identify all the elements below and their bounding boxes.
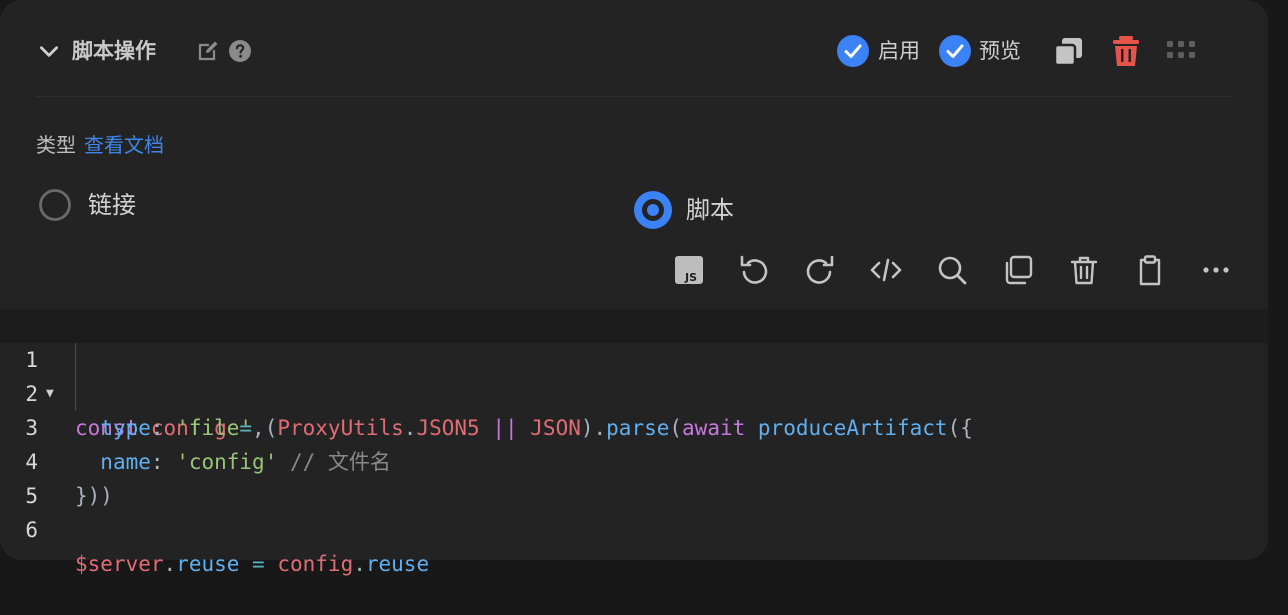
code-line[interactable]: 2 type: 'file', xyxy=(0,343,1268,440)
code-icon[interactable] xyxy=(870,254,902,286)
edit-icon[interactable] xyxy=(196,39,220,63)
type-row: 类型 查看文档 xyxy=(36,130,164,160)
code-line[interactable]: 4 })) xyxy=(0,411,1268,508)
editor-toolbar: JS xyxy=(670,250,1240,290)
radio-unchecked-icon[interactable] xyxy=(38,188,72,222)
panel-header: 脚本操作 启用 预览 xyxy=(36,28,1236,74)
radio-script-label: 脚本 xyxy=(686,196,734,224)
clipboard-icon[interactable] xyxy=(1134,254,1166,286)
radio-link[interactable]: 链接 xyxy=(38,188,178,224)
drag-handle-icon[interactable] xyxy=(1166,37,1196,67)
indent-guide xyxy=(75,343,76,411)
preview-label[interactable]: 预览 xyxy=(979,36,1021,66)
type-label: 类型 xyxy=(36,133,76,157)
code-line[interactable]: 6 $server.reuse = config.reuse xyxy=(0,479,1268,576)
search-icon[interactable] xyxy=(936,254,968,286)
more-icon[interactable] xyxy=(1200,254,1232,286)
radio-checked-icon[interactable] xyxy=(634,191,672,229)
view-docs-link[interactable]: 查看文档 xyxy=(84,133,164,157)
copy-icon[interactable] xyxy=(1052,34,1086,68)
enable-label[interactable]: 启用 xyxy=(878,36,920,66)
radio-script[interactable]: 脚本 xyxy=(634,191,774,229)
code-line[interactable]: 1 ▼ const config = (ProxyUtils.JSON5 || … xyxy=(0,309,1268,440)
enable-check-icon[interactable] xyxy=(836,34,870,68)
redo-icon[interactable] xyxy=(804,254,836,286)
header-divider xyxy=(36,96,1232,97)
js-icon[interactable]: JS xyxy=(673,254,705,286)
help-icon[interactable] xyxy=(228,39,252,63)
undo-icon[interactable] xyxy=(738,254,770,286)
chevron-down-icon[interactable] xyxy=(36,38,62,64)
preview-check-icon[interactable] xyxy=(938,34,972,68)
script-operation-panel: 脚本操作 启用 预览 类型 查看文档 链接 脚本 JS 1 ▼ const co… xyxy=(0,0,1268,576)
duplicate-icon[interactable] xyxy=(1002,254,1034,286)
code-line[interactable]: 5 xyxy=(0,445,1268,508)
trash-icon[interactable] xyxy=(1068,254,1100,286)
js-badge-text: JS xyxy=(684,271,697,284)
code-line[interactable]: 3 name: 'config' // 文件名 xyxy=(0,377,1268,474)
code-editor[interactable]: 1 ▼ const config = (ProxyUtils.JSON5 || … xyxy=(0,309,1268,576)
code-content: $server.reuse = config.reuse xyxy=(75,552,430,576)
header-actions: 启用 预览 xyxy=(836,33,1236,69)
radio-link-label: 链接 xyxy=(88,191,136,219)
panel-title: 脚本操作 xyxy=(72,39,156,63)
delete-icon[interactable] xyxy=(1109,34,1143,68)
